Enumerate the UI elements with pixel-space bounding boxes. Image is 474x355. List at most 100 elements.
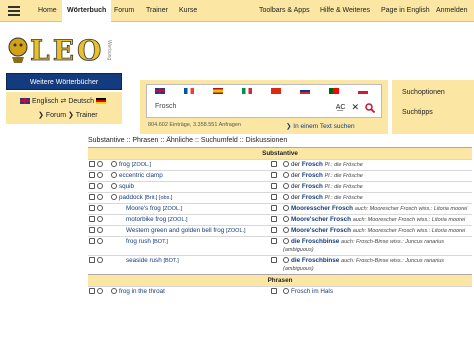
conjugation-icon[interactable] bbox=[271, 257, 277, 264]
conjugation-icon[interactable] bbox=[271, 205, 277, 212]
save-icon[interactable] bbox=[89, 257, 95, 264]
nav-home[interactable]: Home bbox=[38, 7, 57, 14]
result-filters[interactable]: Substantive :: Phrasen :: Ähnliche :: Su… bbox=[88, 137, 287, 144]
info-icon[interactable] bbox=[97, 194, 103, 201]
audio-icon[interactable] bbox=[283, 183, 289, 190]
menu-icon[interactable] bbox=[8, 6, 20, 16]
audio-icon[interactable] bbox=[283, 227, 289, 234]
nav-login[interactable]: Anmelden bbox=[436, 7, 468, 14]
audio-icon[interactable] bbox=[283, 194, 289, 201]
conjugation-icon[interactable] bbox=[271, 238, 277, 245]
flag-en-icon[interactable] bbox=[155, 88, 165, 94]
leo-logo[interactable]: LEO bbox=[6, 33, 114, 65]
german-term[interactable]: Frosch bbox=[302, 172, 323, 179]
more-dictionaries-button[interactable]: Weitere Wörterbücher bbox=[6, 73, 122, 90]
swap-icon[interactable]: ⇄ bbox=[60, 97, 66, 105]
search-input[interactable]: Frosch bbox=[155, 103, 176, 110]
info-icon[interactable] bbox=[97, 183, 103, 190]
english-term[interactable]: eccentric clamp bbox=[119, 172, 163, 179]
conjugation-icon[interactable] bbox=[271, 161, 277, 168]
audio-icon[interactable] bbox=[111, 183, 117, 190]
audio-icon[interactable] bbox=[283, 172, 289, 179]
conjugation-icon[interactable] bbox=[271, 288, 277, 295]
save-icon[interactable] bbox=[89, 227, 95, 234]
info-icon[interactable] bbox=[97, 227, 103, 234]
save-icon[interactable] bbox=[89, 205, 95, 212]
audio-icon[interactable] bbox=[283, 216, 289, 223]
flag-es-icon[interactable] bbox=[213, 88, 223, 94]
audio-icon[interactable] bbox=[111, 161, 117, 168]
info-icon[interactable] bbox=[97, 172, 103, 179]
nav-trainer[interactable]: Trainer bbox=[146, 7, 168, 14]
search-in-text-link[interactable]: ❯ In einem Text suchen bbox=[286, 122, 355, 130]
english-term[interactable]: paddock bbox=[119, 194, 143, 201]
nav-page-english[interactable]: Page in English bbox=[381, 7, 430, 14]
conjugation-icon[interactable] bbox=[271, 227, 277, 234]
grammar-note: Pl.: die Frösche bbox=[324, 195, 363, 201]
conjugation-icon[interactable] bbox=[271, 194, 277, 201]
english-term[interactable]: seaside rush bbox=[126, 257, 162, 264]
save-icon[interactable] bbox=[89, 216, 95, 223]
english-term[interactable]: Western green and golden bell frog bbox=[126, 227, 224, 234]
german-phrase[interactable]: Frosch im Hals bbox=[291, 288, 333, 295]
english-term[interactable]: squib bbox=[119, 183, 134, 190]
english-term[interactable]: frog rush bbox=[126, 238, 151, 245]
english-phrase[interactable]: frog in the throat bbox=[119, 288, 165, 295]
save-icon[interactable] bbox=[89, 288, 95, 295]
info-icon[interactable] bbox=[97, 205, 103, 212]
conjugation-icon[interactable] bbox=[271, 216, 277, 223]
info-icon[interactable] bbox=[97, 238, 103, 245]
info-icon[interactable] bbox=[97, 216, 103, 223]
audio-icon[interactable] bbox=[111, 172, 117, 179]
flag-pt-icon[interactable] bbox=[329, 88, 339, 94]
clear-icon[interactable]: ✕ bbox=[351, 102, 359, 113]
save-icon[interactable] bbox=[89, 183, 95, 190]
search-options-link[interactable]: Suchoptionen bbox=[402, 89, 445, 96]
flag-cn-icon[interactable] bbox=[271, 88, 281, 94]
nav-toolbars[interactable]: Toolbars & Apps bbox=[259, 7, 310, 14]
save-icon[interactable] bbox=[89, 172, 95, 179]
german-term[interactable]: die Froschbinse bbox=[291, 257, 339, 264]
english-term[interactable]: motorbike frog bbox=[126, 216, 166, 223]
audio-icon[interactable] bbox=[283, 257, 289, 264]
german-term[interactable]: Moore'scher Frosch bbox=[291, 227, 351, 234]
german-term[interactable]: Moore'scher Frosch bbox=[291, 216, 351, 223]
german-term[interactable]: Frosch bbox=[302, 183, 323, 190]
english-term[interactable]: Moore's frog bbox=[126, 205, 161, 212]
search-icon[interactable] bbox=[365, 102, 375, 113]
info-icon[interactable] bbox=[97, 257, 103, 264]
flag-fr-icon[interactable] bbox=[184, 88, 194, 94]
german-term[interactable]: Mooresscher Frosch bbox=[291, 205, 353, 212]
search-tips-link[interactable]: Suchtipps bbox=[402, 109, 433, 116]
flag-pl-icon[interactable] bbox=[358, 88, 368, 94]
audio-icon[interactable] bbox=[283, 288, 289, 295]
flag-it-icon[interactable] bbox=[242, 88, 252, 94]
german-term[interactable]: die Froschbinse bbox=[291, 238, 339, 245]
language-selector[interactable]: Englisch ⇄ Deutsch ❯ Forum ❯ Trainer bbox=[6, 92, 122, 124]
side-forum-link[interactable]: Forum bbox=[46, 112, 66, 119]
german-term[interactable]: Frosch bbox=[302, 161, 323, 168]
save-icon[interactable] bbox=[89, 161, 95, 168]
lang-from[interactable]: Englisch bbox=[32, 98, 58, 105]
side-trainer-link[interactable]: Trainer bbox=[76, 112, 98, 119]
conjugation-icon[interactable] bbox=[271, 172, 277, 179]
accent-button[interactable]: A͟C bbox=[336, 104, 346, 111]
info-icon[interactable] bbox=[97, 161, 103, 168]
audio-icon[interactable] bbox=[283, 161, 289, 168]
conjugation-icon[interactable] bbox=[271, 183, 277, 190]
audio-icon[interactable] bbox=[111, 194, 117, 201]
audio-icon[interactable] bbox=[283, 238, 289, 245]
info-icon[interactable] bbox=[97, 288, 103, 295]
nav-dictionary[interactable]: Wörterbuch bbox=[62, 0, 112, 22]
save-icon[interactable] bbox=[89, 194, 95, 201]
english-term[interactable]: frog bbox=[119, 161, 130, 168]
nav-forum[interactable]: Forum bbox=[114, 7, 134, 14]
nav-help[interactable]: Hilfe & Weiteres bbox=[320, 7, 370, 14]
german-term[interactable]: Frosch bbox=[302, 194, 323, 201]
flag-ru-icon[interactable] bbox=[300, 88, 310, 94]
audio-icon[interactable] bbox=[111, 288, 117, 295]
audio-icon[interactable] bbox=[283, 205, 289, 212]
save-icon[interactable] bbox=[89, 238, 95, 245]
nav-courses[interactable]: Kurse bbox=[179, 7, 197, 14]
lang-to[interactable]: Deutsch bbox=[68, 98, 94, 105]
